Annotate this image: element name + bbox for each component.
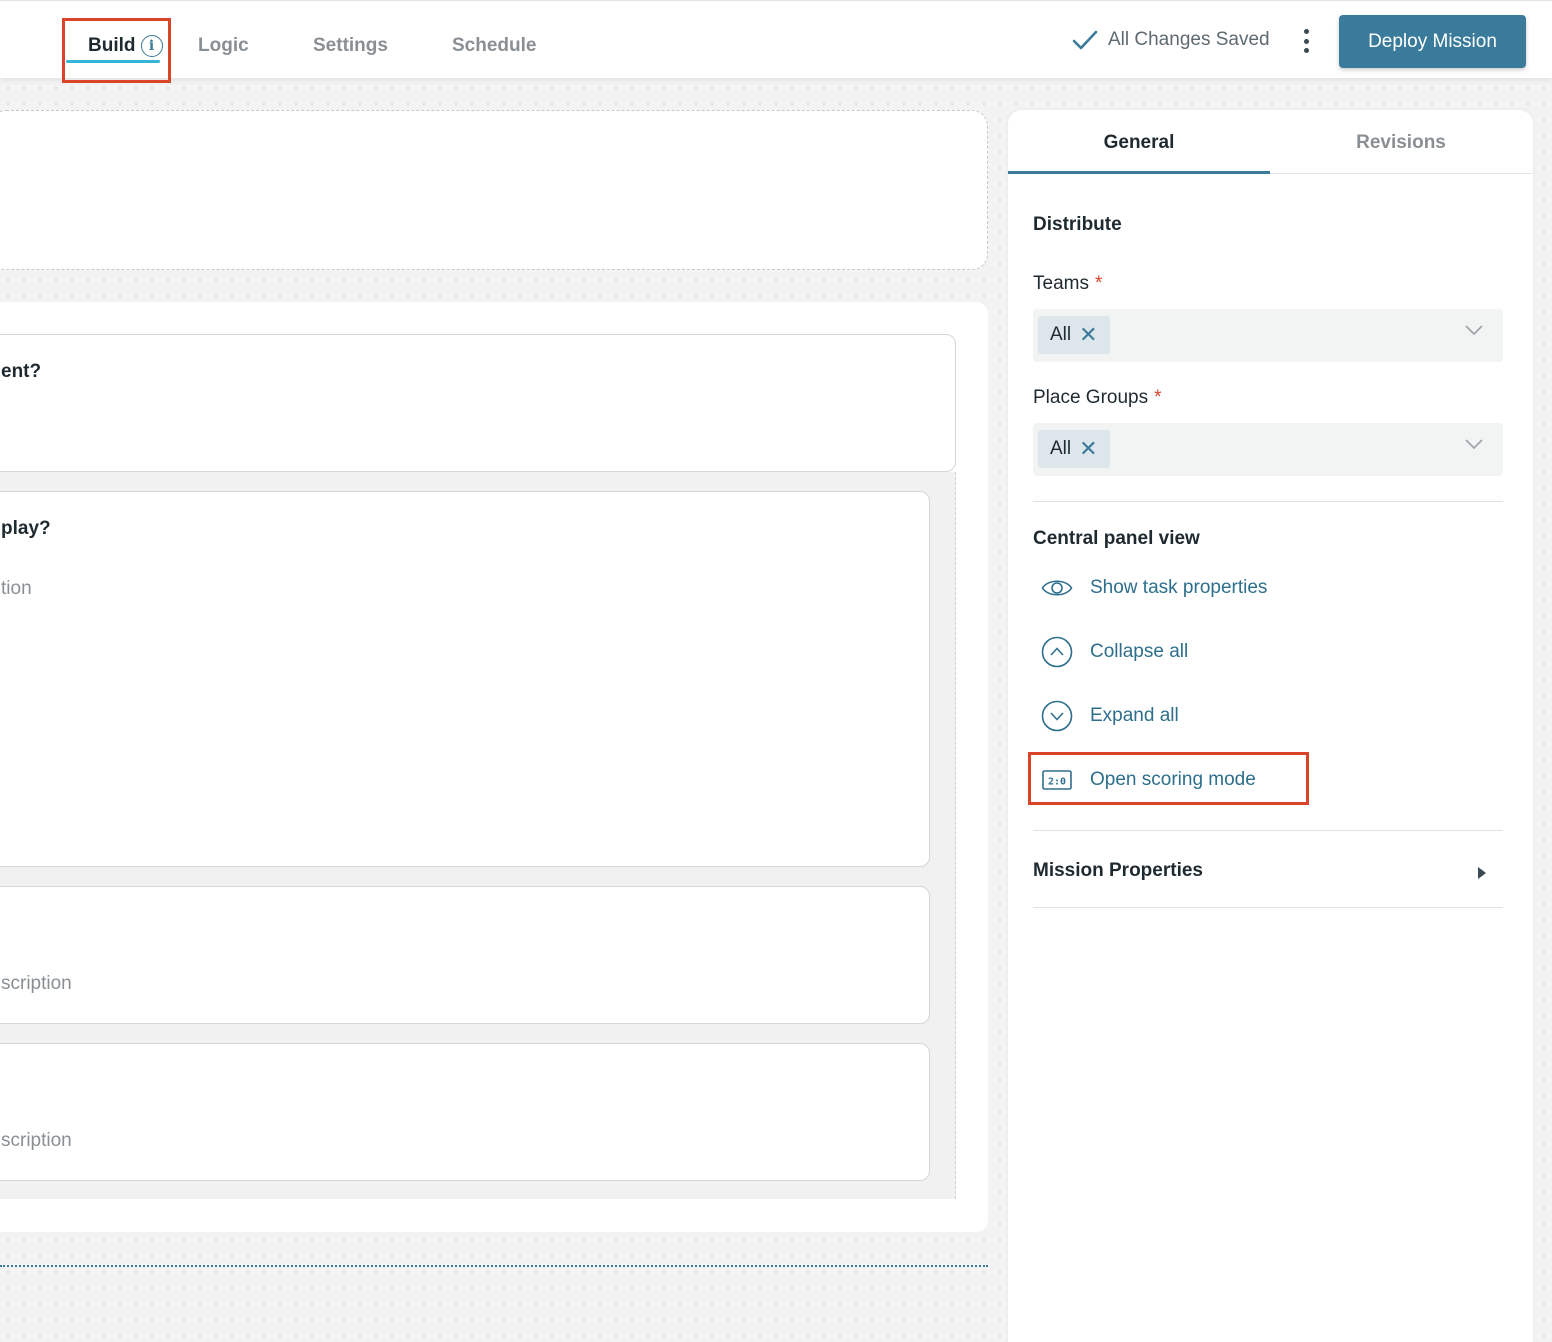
required-marker: *: [1154, 387, 1162, 408]
chevron-down-circle-icon: [1040, 699, 1074, 733]
sidebar-tabs: General Revisions: [1008, 110, 1533, 174]
header-card[interactable]: [0, 110, 988, 270]
save-status: All Changes Saved: [1072, 29, 1270, 51]
more-options-icon[interactable]: [1296, 27, 1316, 55]
teams-label-text: Teams: [1033, 273, 1089, 294]
place-groups-chip-label: All: [1050, 438, 1072, 459]
tab-logic[interactable]: Logic: [198, 35, 249, 57]
place-groups-chip: All ✕: [1038, 430, 1110, 468]
question-description: scription: [1, 1130, 72, 1151]
chevron-down-icon[interactable]: [1465, 437, 1483, 455]
mission-properties-label: Mission Properties: [1033, 860, 1203, 881]
question-title: ent?: [1, 361, 42, 382]
tab-settings[interactable]: Settings: [313, 35, 388, 57]
required-marker: *: [1094, 273, 1103, 294]
tab-general[interactable]: General: [1008, 132, 1270, 154]
tab-schedule[interactable]: Schedule: [452, 35, 536, 57]
teams-select[interactable]: All ✕: [1033, 309, 1503, 362]
check-icon: [1072, 29, 1098, 51]
place-groups-label-text: Place Groups: [1033, 387, 1149, 408]
teams-label: Teams *: [1033, 273, 1102, 295]
show-task-properties-action[interactable]: Show task properties: [1040, 568, 1267, 608]
show-task-properties-label: Show task properties: [1090, 577, 1268, 598]
deploy-mission-button[interactable]: Deploy Mission: [1339, 15, 1526, 68]
properties-sidebar: General Revisions Distribute Teams * All …: [1008, 110, 1533, 1342]
question-title: play?: [1, 518, 51, 539]
teams-chip: All ✕: [1038, 316, 1110, 354]
eye-icon: [1040, 571, 1074, 605]
question-description: tion: [1, 578, 32, 599]
save-status-text: All Changes Saved: [1108, 29, 1270, 50]
chevron-down-icon[interactable]: [1465, 323, 1483, 341]
central-panel-heading: Central panel view: [1033, 528, 1200, 549]
caret-right-icon: [1477, 866, 1487, 885]
question-card[interactable]: ent?: [0, 334, 956, 472]
highlight-box-scoring: [1028, 752, 1309, 805]
mission-properties-section[interactable]: Mission Properties: [1033, 846, 1503, 908]
sidebar-active-tab-indicator: [1008, 171, 1270, 174]
highlight-box-build: [62, 18, 171, 83]
drop-zone-line: [0, 1265, 988, 1267]
remove-chip-icon[interactable]: ✕: [1079, 324, 1097, 346]
question-card[interactable]: ​ scription: [0, 886, 930, 1024]
chevron-up-circle-icon: [1040, 635, 1074, 669]
expand-all-label: Expand all: [1090, 705, 1179, 726]
divider: [1033, 830, 1503, 831]
expand-all-action[interactable]: Expand all: [1040, 696, 1179, 736]
divider: [1033, 501, 1503, 502]
place-groups-label: Place Groups *: [1033, 387, 1162, 409]
question-description: scription: [1, 973, 72, 994]
distribute-heading: Distribute: [1033, 214, 1122, 235]
collapse-all-action[interactable]: Collapse all: [1040, 632, 1188, 672]
collapse-all-label: Collapse all: [1090, 641, 1189, 662]
teams-chip-label: All: [1050, 324, 1072, 345]
question-card[interactable]: play? tion: [0, 491, 930, 867]
place-groups-select[interactable]: All ✕: [1033, 423, 1503, 476]
question-card[interactable]: ​ scription: [0, 1043, 930, 1181]
tab-revisions[interactable]: Revisions: [1270, 132, 1532, 154]
remove-chip-icon[interactable]: ✕: [1079, 438, 1097, 460]
top-bar: Build i Logic Settings Schedule All Chan…: [0, 0, 1552, 83]
